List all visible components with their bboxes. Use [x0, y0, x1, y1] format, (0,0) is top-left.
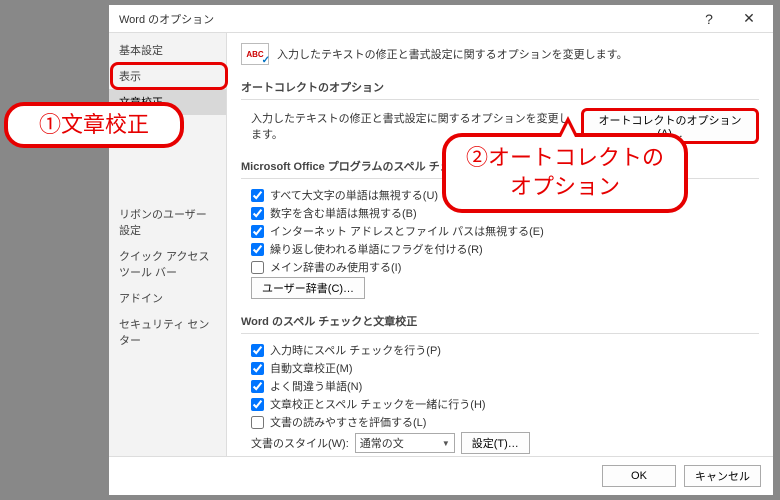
section-autocorrect-title: オートコレクトのオプション: [241, 75, 759, 100]
sidebar-item-ribbon[interactable]: リボンのユーザー設定: [109, 201, 226, 243]
dialog-footer: OK キャンセル: [109, 456, 773, 495]
section-office-spell-title: Microsoft Office プログラムのスペル チェック: [241, 154, 759, 179]
options-dialog: Word のオプション ? ✕ 基本設定 表示 文章校正 保存 リボンのユーザー…: [108, 4, 774, 496]
lbl-auto-grammar: 自動文章校正(M): [270, 360, 353, 376]
help-button[interactable]: ?: [689, 6, 729, 32]
sidebar-item-general[interactable]: 基本設定: [109, 37, 226, 63]
chk-ignore-internet[interactable]: [251, 225, 264, 238]
chk-flag-repeated[interactable]: [251, 243, 264, 256]
dialog-title: Word のオプション: [119, 11, 689, 27]
chk-ignore-uppercase[interactable]: [251, 189, 264, 202]
intro-text: 入力したテキストの修正と書式設定に関するオプションを変更します。: [277, 46, 628, 62]
autocorrect-desc: 入力したテキストの修正と書式設定に関するオプションを変更します。: [251, 110, 575, 142]
cancel-button[interactable]: キャンセル: [684, 465, 761, 487]
chk-ignore-numbers[interactable]: [251, 207, 264, 220]
sidebar: 基本設定 表示 文章校正 保存 リボンのユーザー設定 クイック アクセス ツール…: [109, 33, 227, 456]
lbl-flag-repeated: 繰り返し使われる単語にフラグを付ける(R): [270, 241, 483, 257]
chk-confused-words[interactable]: [251, 380, 264, 393]
lbl-ignore-numbers: 数字を含む単語は無視する(B): [270, 205, 417, 221]
sidebar-item-display[interactable]: 表示: [109, 63, 226, 89]
chk-grammar-with-spell[interactable]: [251, 398, 264, 411]
sidebar-item-save[interactable]: 保存: [109, 115, 226, 141]
lbl-grammar-with-spell: 文章校正とスペル チェックを一緒に行う(H): [270, 396, 486, 412]
settings-button[interactable]: 設定(T)…: [461, 432, 530, 454]
chk-main-dict[interactable]: [251, 261, 264, 274]
close-button[interactable]: ✕: [729, 6, 769, 32]
proofing-icon: ABC: [241, 43, 269, 65]
style-label: 文書のスタイル(W):: [251, 435, 349, 451]
chk-auto-grammar[interactable]: [251, 362, 264, 375]
chk-readability[interactable]: [251, 416, 264, 429]
lbl-confused-words: よく間違う単語(N): [270, 378, 362, 394]
titlebar: Word のオプション ? ✕: [109, 5, 773, 33]
sidebar-item-qat[interactable]: クイック アクセス ツール バー: [109, 243, 226, 285]
lbl-main-dict: メイン辞書のみ使用する(I): [270, 259, 401, 275]
lbl-spell-as-type: 入力時にスペル チェックを行う(P): [270, 342, 441, 358]
section-word-spell-title: Word のスペル チェックと文章校正: [241, 309, 759, 334]
chk-spell-as-type[interactable]: [251, 344, 264, 357]
writing-style-value: 通常の文: [360, 435, 404, 451]
intro-row: ABC 入力したテキストの修正と書式設定に関するオプションを変更します。: [241, 43, 759, 65]
lbl-ignore-uppercase: すべて大文字の単語は無視する(U): [270, 187, 438, 203]
lbl-readability: 文書の読みやすさを評価する(L): [270, 414, 426, 430]
sidebar-item-security[interactable]: セキュリティ センター: [109, 311, 226, 353]
user-dict-button[interactable]: ユーザー辞書(C)…: [251, 277, 365, 299]
content-panel: ABC 入力したテキストの修正と書式設定に関するオプションを変更します。 オート…: [227, 33, 773, 456]
lbl-ignore-internet: インターネット アドレスとファイル パスは無視する(E): [270, 223, 544, 239]
ok-button[interactable]: OK: [602, 465, 676, 487]
sidebar-item-proofing[interactable]: 文章校正: [109, 89, 226, 115]
sidebar-item-addins[interactable]: アドイン: [109, 285, 226, 311]
writing-style-select[interactable]: 通常の文 ▼: [355, 433, 455, 453]
chevron-down-icon: ▼: [442, 439, 450, 448]
autocorrect-options-button[interactable]: オートコレクトのオプション(A)…: [581, 108, 759, 144]
